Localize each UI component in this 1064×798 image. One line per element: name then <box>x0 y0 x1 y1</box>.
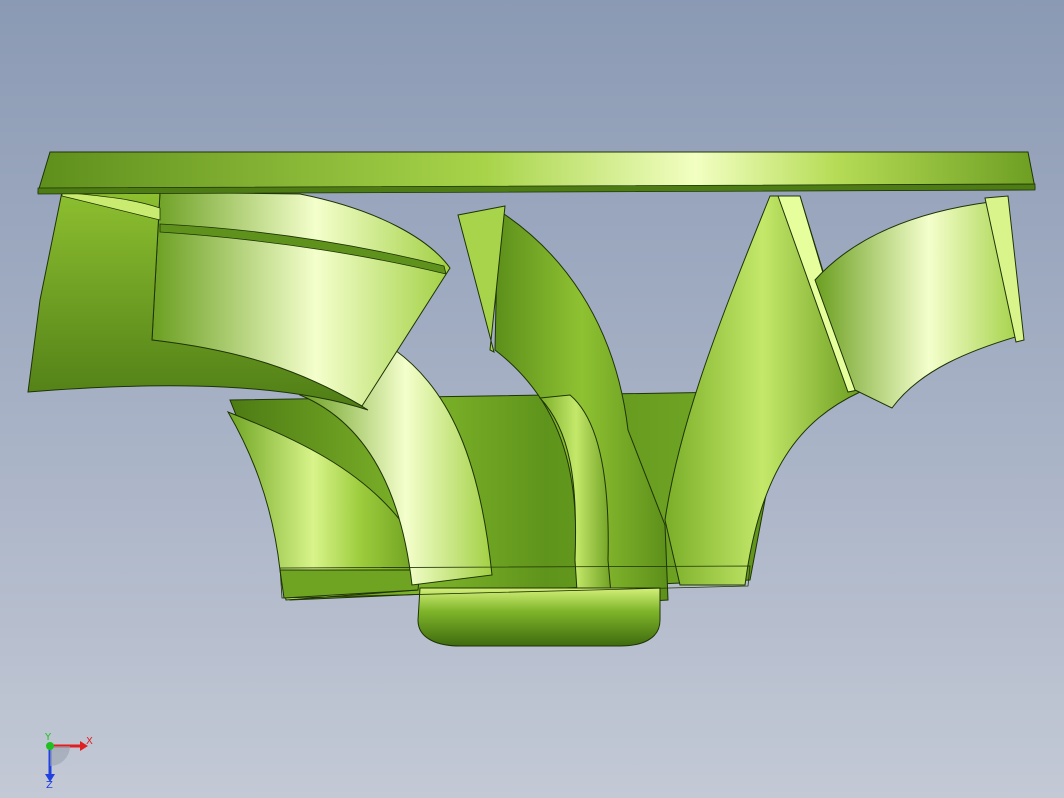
impeller-model[interactable] <box>0 0 1064 798</box>
y-axis-label: Y <box>44 732 52 743</box>
x-axis-label: X <box>86 736 93 747</box>
blade-right-large <box>664 195 861 586</box>
triad-plane <box>50 746 70 766</box>
z-axis-label: Z <box>46 780 53 788</box>
y-axis-dot <box>46 742 54 750</box>
coordinate-triad: Y X Z <box>44 732 93 788</box>
graphics-viewport[interactable]: Y X Z <box>0 0 1064 798</box>
nose-cap <box>417 587 661 647</box>
